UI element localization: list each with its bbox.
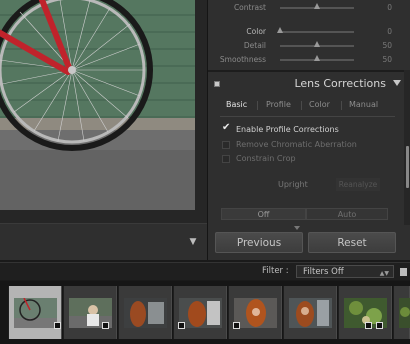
checkbox[interactable] [222,141,230,149]
filter-value: Filters Off [303,267,344,277]
slider-label: Smoothness [219,55,266,64]
slider-value[interactable]: 0 [387,3,392,12]
panel-switch-icon[interactable] [214,81,220,87]
filmstrip-thumb[interactable] [283,286,337,339]
slider-label: Detail [243,41,266,50]
upright-off-button[interactable]: Off [221,208,306,220]
tab-manual[interactable]: Manual [349,100,378,109]
filmstrip-thumb[interactable] [228,286,282,339]
check-label: Constrain Crop [236,154,296,163]
tab-separator [301,101,302,110]
edited-badge-icon [178,322,185,329]
tab-color[interactable]: Color [309,100,330,109]
slider-thumb[interactable] [277,27,283,33]
photo-viewport[interactable]: ▼ [0,0,207,260]
edited-badge-icon [102,322,109,329]
slider-value[interactable]: 50 [382,41,392,50]
updown-arrows-icon: ▲▼ [379,270,389,277]
panel-scrollbar[interactable] [404,70,410,225]
edited-badge-icon [365,322,372,329]
upright-label: Upright [278,180,308,189]
develop-panel: Contrast 0 Color 0 Detail 50 Smoothness … [207,0,410,260]
filter-switch-icon[interactable] [400,268,407,276]
slider-detail[interactable]: Detail 50 [208,39,398,53]
panel-divider [208,70,404,72]
edited-badge-icon [376,322,383,329]
photo-preview[interactable] [0,0,195,210]
filmstrip-filter-bar: Filter : Filters Off ▲▼ [0,262,410,280]
tab-basic[interactable]: Basic [226,100,247,109]
previous-button[interactable]: Previous [215,232,303,253]
upright-auto-button[interactable]: Auto [306,208,388,220]
panel-title: Lens Corrections [294,77,386,90]
filmstrip-thumb[interactable] [173,286,227,339]
filmstrip-thumb[interactable] [338,286,392,339]
thumbnail-image[interactable] [179,298,222,328]
thumbnail-image[interactable] [289,298,332,328]
thumbnail-image[interactable] [399,298,410,328]
filmstrip-thumb[interactable] [8,286,62,339]
tabs-underline [220,116,395,117]
scrollbar-thumb[interactable] [406,146,409,188]
scroll-down-icon[interactable] [294,226,300,230]
check-label: Remove Chromatic Aberration [236,140,357,149]
checkbox[interactable] [222,155,230,163]
slider-thumb[interactable] [314,41,320,47]
lens-tabs: Basic Profile Color Manual [208,97,404,114]
tab-separator [341,101,342,110]
slider-label: Color [246,27,266,36]
toolbar-dropdown-icon[interactable]: ▼ [185,234,201,250]
thumbnail-image[interactable] [234,298,277,328]
tab-profile[interactable]: Profile [266,100,291,109]
check-label: Enable Profile Corrections [236,125,339,134]
slider-smoothness[interactable]: Smoothness 50 [208,53,398,67]
filmstrip-thumb[interactable] [118,286,172,339]
slider-thumb[interactable] [314,3,320,9]
checkmark-icon[interactable]: ✔ [222,122,231,134]
filmstrip[interactable] [0,281,410,344]
thumbnail-image[interactable] [124,298,167,328]
reanalyze-button[interactable]: Reanalyze [336,178,380,191]
triangle-down-icon[interactable] [393,80,401,86]
slider-value[interactable]: 0 [387,27,392,36]
slider-track[interactable] [280,31,354,33]
thumbnail-image[interactable] [14,298,57,328]
lens-corrections-header[interactable]: Lens Corrections [208,74,404,94]
slider-thumb[interactable] [314,55,320,61]
reset-button[interactable]: Reset [308,232,396,253]
filter-dropdown[interactable]: Filters Off ▲▼ [296,265,394,278]
tab-separator [257,101,258,110]
slider-color[interactable]: Color 0 [208,25,398,39]
slider-contrast[interactable]: Contrast 0 [208,1,398,15]
view-toolbar: ▼ [0,223,207,260]
filmstrip-thumb[interactable] [63,286,117,339]
slider-value[interactable]: 50 [382,55,392,64]
slider-label: Contrast [233,3,266,12]
edited-badge-icon [233,322,240,329]
filmstrip-thumb[interactable] [393,286,410,339]
filter-label: Filter : [262,266,289,276]
edited-badge-icon [54,322,61,329]
